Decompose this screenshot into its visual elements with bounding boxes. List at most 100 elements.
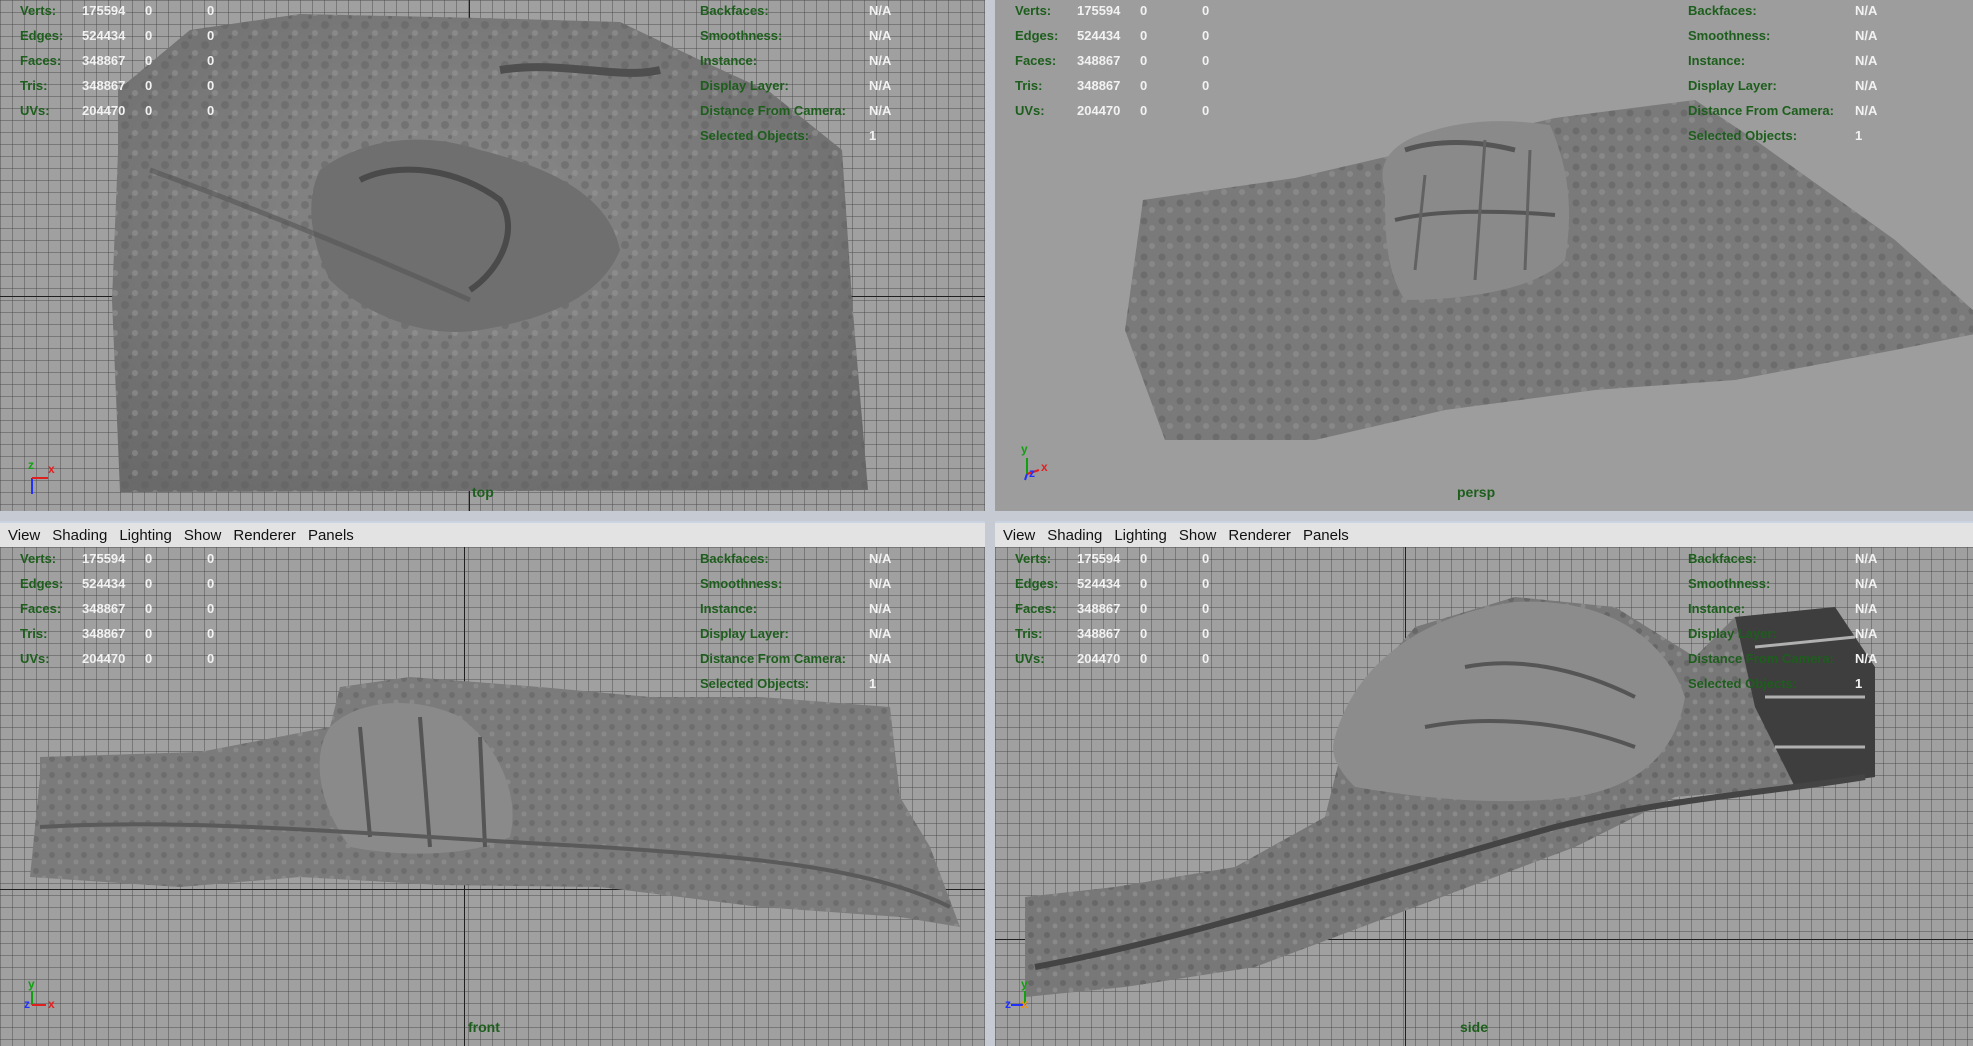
terrain-mesh[interactable] <box>995 0 1973 511</box>
hud-uvs-extra: 0 <box>207 103 215 118</box>
viewport-side[interactable]: Verts: 175594 0 0 Edges: 524434 0 0 Face… <box>995 547 1973 1046</box>
menu-panels[interactable]: Panels <box>308 523 354 549</box>
viewport-divider-horizontal[interactable] <box>0 511 1973 521</box>
hud-uvs-selected: 0 <box>1140 651 1148 666</box>
view-axis-indicator: y z x <box>24 977 64 1021</box>
hud-uvs-value: 204470 <box>1077 651 1121 666</box>
hud-instance-label: Instance: <box>700 53 758 68</box>
hud-distance-label: Distance From Camera: <box>700 103 846 118</box>
menu-renderer[interactable]: Renderer <box>233 523 296 549</box>
hud-verts-value: 175594 <box>1077 551 1121 566</box>
menu-renderer[interactable]: Renderer <box>1228 523 1291 549</box>
terrain-mesh[interactable] <box>0 0 985 511</box>
hud-verts-extra: 0 <box>207 3 215 18</box>
hud-edges-value: 524434 <box>82 576 126 591</box>
viewport-top[interactable]: Verts: 175594 0 0 Edges: 524434 0 0 Face… <box>0 0 985 511</box>
hud-edges-label: Edges: <box>1015 576 1059 591</box>
hud-smoothness-value: N/A <box>1855 28 1878 43</box>
hud-tris-label: Tris: <box>20 78 48 93</box>
hud-faces-label: Faces: <box>20 601 62 616</box>
hud-display-layer-value: N/A <box>1855 626 1878 641</box>
viewport-front[interactable]: Verts: 175594 0 0 Edges: 524434 0 0 Face… <box>0 547 985 1046</box>
hud-tris-extra: 0 <box>207 626 215 641</box>
hud-distance-label: Distance From Camera: <box>1688 103 1834 118</box>
hud-display-layer-label: Display Layer: <box>1688 78 1777 93</box>
terrain-mesh[interactable] <box>0 547 985 1046</box>
hud-verts-selected: 0 <box>1140 3 1148 18</box>
hud-smoothness-label: Smoothness: <box>700 28 783 43</box>
hud-tris-extra: 0 <box>207 78 215 93</box>
hud-smoothness-value: N/A <box>869 28 892 43</box>
hud-edges-value: 524434 <box>1077 28 1121 43</box>
viewport-persp[interactable]: Verts: 175594 0 0 Edges: 524434 0 0 Face… <box>995 0 1973 511</box>
hud-uvs-extra: 0 <box>1202 651 1210 666</box>
hud-edges-label: Edges: <box>20 576 64 591</box>
hud-display-layer-label: Display Layer: <box>1688 626 1777 641</box>
hud-verts-label: Verts: <box>20 3 57 18</box>
hud-faces-extra: 0 <box>207 53 215 68</box>
hud-uvs-label: UVs: <box>1015 651 1045 666</box>
hud-uvs-value: 204470 <box>1077 103 1121 118</box>
hud-uvs-selected: 0 <box>145 103 153 118</box>
hud-verts-value: 175594 <box>82 551 126 566</box>
hud-distance-value: N/A <box>869 651 892 666</box>
hud-backfaces-label: Backfaces: <box>700 3 769 18</box>
menu-show[interactable]: Show <box>184 523 222 549</box>
hud-faces-value: 348867 <box>1077 53 1121 68</box>
hud-verts-extra: 0 <box>207 551 215 566</box>
hud-edges-selected: 0 <box>145 576 153 591</box>
menu-lighting[interactable]: Lighting <box>119 523 172 549</box>
axis-z-label: z <box>24 997 30 1011</box>
hud-verts-value: 175594 <box>82 3 126 18</box>
axis-z-label: z <box>1005 997 1011 1011</box>
axis-x-label: x <box>48 997 55 1011</box>
hud-tris-value: 348867 <box>1077 626 1121 641</box>
view-axis-indicator: y x z <box>1019 442 1059 486</box>
hud-verts-selected: 0 <box>145 3 153 18</box>
hud-distance-value: N/A <box>869 103 892 118</box>
viewport-divider-vertical[interactable] <box>985 0 995 1046</box>
viewport-label-top: top <box>472 484 494 500</box>
hud-tris-label: Tris: <box>20 626 48 641</box>
hud-display-layer-label: Display Layer: <box>700 78 789 93</box>
view-axis-indicator: z x <box>22 458 62 498</box>
hud-display-layer-value: N/A <box>869 78 892 93</box>
terrain-mesh[interactable] <box>995 547 1973 1046</box>
menu-lighting[interactable]: Lighting <box>1114 523 1167 549</box>
viewport-label-side: side <box>1460 1019 1489 1035</box>
hud-edges-extra: 0 <box>1202 576 1210 591</box>
hud-smoothness-label: Smoothness: <box>1688 576 1771 591</box>
hud-edges-label: Edges: <box>20 28 64 43</box>
hud-faces-label: Faces: <box>1015 53 1057 68</box>
hud-selected-value: 1 <box>869 128 877 143</box>
menu-view[interactable]: View <box>8 523 40 549</box>
hud-faces-selected: 0 <box>1140 53 1148 68</box>
hud-tris-value: 348867 <box>82 78 126 93</box>
hud-faces-label: Faces: <box>20 53 62 68</box>
hud-distance-value: N/A <box>1855 651 1878 666</box>
hud-backfaces-label: Backfaces: <box>1688 3 1757 18</box>
hud-edges-value: 524434 <box>1077 576 1121 591</box>
hud-backfaces-value: N/A <box>869 3 892 18</box>
axis-y-label: y <box>1021 442 1028 456</box>
hud-uvs-value: 204470 <box>82 651 126 666</box>
hud-edges-label: Edges: <box>1015 28 1059 43</box>
hud-selected-label: Selected Objects: <box>1688 676 1798 691</box>
hud-faces-value: 348867 <box>82 601 126 616</box>
hud-verts-selected: 0 <box>1140 551 1148 566</box>
hud-verts-extra: 0 <box>1202 3 1210 18</box>
hud-selected-label: Selected Objects: <box>700 676 810 691</box>
hud-backfaces-value: N/A <box>1855 3 1878 18</box>
hud-tris-selected: 0 <box>1140 626 1148 641</box>
menu-view[interactable]: View <box>1003 523 1035 549</box>
menu-show[interactable]: Show <box>1179 523 1217 549</box>
hud-smoothness-value: N/A <box>869 576 892 591</box>
hud-faces-extra: 0 <box>1202 53 1210 68</box>
menu-shading[interactable]: Shading <box>1047 523 1102 549</box>
menu-panels[interactable]: Panels <box>1303 523 1349 549</box>
hud-instance-label: Instance: <box>1688 53 1746 68</box>
hud-tris-label: Tris: <box>1015 626 1043 641</box>
axis-z-label: z <box>1029 466 1035 480</box>
hud-selected-value: 1 <box>1855 128 1863 143</box>
menu-shading[interactable]: Shading <box>52 523 107 549</box>
